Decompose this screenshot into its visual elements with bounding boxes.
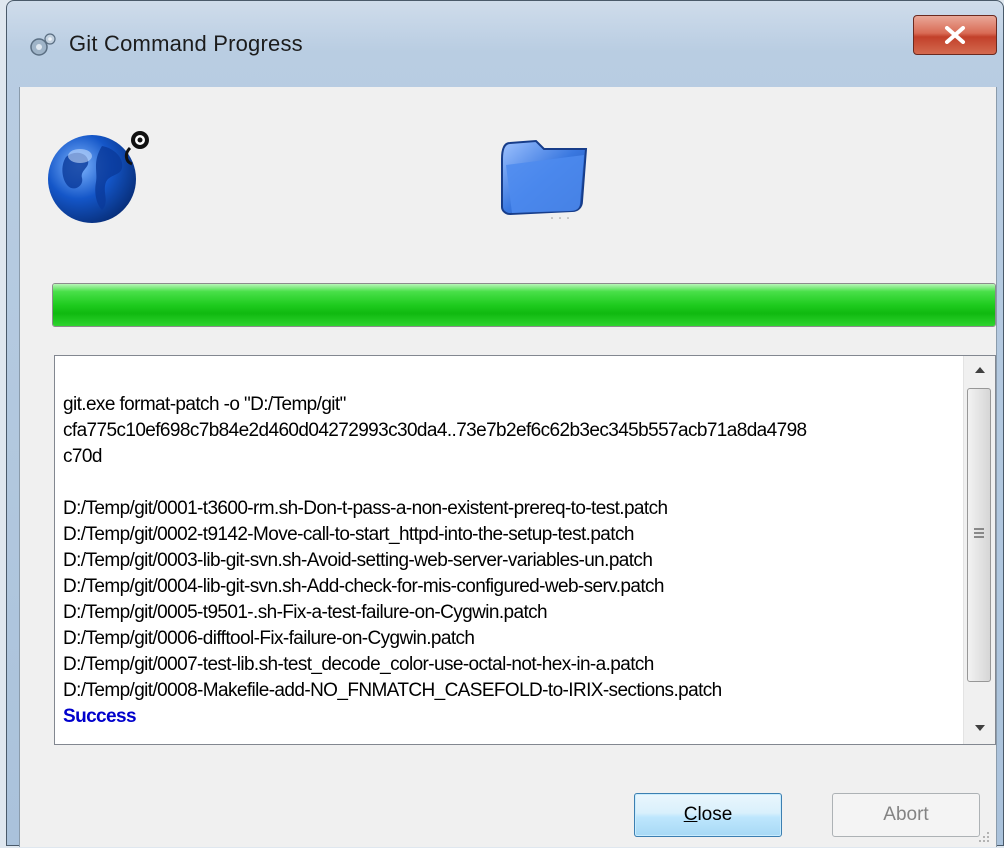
- file-line: D:/Temp/git/0004-lib-git-svn.sh-Add-chec…: [63, 576, 664, 597]
- dialog-body: git.exe format-patch -o "D:/Temp/git" cf…: [19, 87, 997, 847]
- file-line: D:/Temp/git/0003-lib-git-svn.sh-Avoid-se…: [63, 550, 653, 571]
- progress-bar: [52, 283, 996, 327]
- command-line: c70d: [63, 446, 102, 467]
- file-line: D:/Temp/git/0005-t9501-.sh-Fix-a-test-fa…: [63, 602, 548, 623]
- output-text: git.exe format-patch -o "D:/Temp/git" cf…: [63, 392, 963, 730]
- scroll-up-button[interactable]: [964, 356, 995, 386]
- git-progress-window: Git Command Progress git.exe format-patc…: [6, 0, 1004, 847]
- close-label: lose: [697, 804, 733, 825]
- globe-icon: [44, 122, 154, 227]
- progress-fill: [53, 284, 995, 326]
- file-line: D:/Temp/git/0006-difftool-Fix-failure-on…: [63, 628, 475, 649]
- file-line: D:/Temp/git/0001-t3600-rm.sh-Don-t-pass-…: [63, 498, 668, 519]
- command-line: cfa775c10ef698c7b84e2d460d04272993c30da4…: [63, 420, 807, 441]
- file-line: D:/Temp/git/0008-Makefile-add-NO_FNMATCH…: [63, 680, 722, 701]
- close-accelerator: C: [683, 804, 698, 825]
- command-line: git.exe format-patch -o "D:/Temp/git": [63, 394, 346, 415]
- window-title: Git Command Progress: [69, 31, 303, 56]
- file-line: D:/Temp/git/0007-test-lib.sh-test_decode…: [63, 654, 654, 675]
- thumb-grip-icon: [974, 528, 984, 538]
- arrow-up-icon: [975, 367, 985, 373]
- arrow-down-icon: [975, 725, 985, 731]
- close-button[interactable]: Close: [634, 793, 782, 837]
- resize-grip-icon[interactable]: [976, 829, 990, 843]
- abort-button[interactable]: Abort: [832, 793, 980, 837]
- scroll-down-button[interactable]: [964, 714, 995, 744]
- status-success: Success: [63, 706, 137, 727]
- output-log[interactable]: git.exe format-patch -o "D:/Temp/git" cf…: [54, 355, 996, 745]
- vertical-scrollbar[interactable]: [963, 356, 995, 744]
- scroll-thumb[interactable]: [967, 388, 991, 682]
- network-gear-icon: [27, 31, 57, 59]
- close-window-button[interactable]: [913, 15, 997, 55]
- title-bar[interactable]: Git Command Progress: [7, 1, 1003, 87]
- file-line: D:/Temp/git/0002-t9142-Move-call-to-star…: [63, 524, 634, 545]
- close-icon: [945, 26, 965, 44]
- folder-icon: [492, 119, 592, 219]
